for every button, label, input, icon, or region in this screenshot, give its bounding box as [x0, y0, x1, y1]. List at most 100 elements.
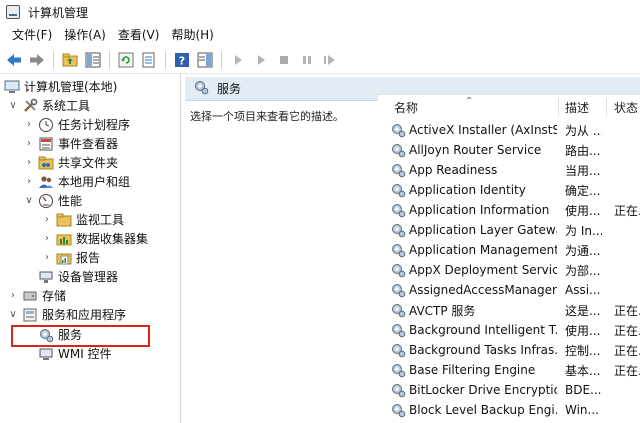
table-row[interactable]: AssignedAccessManager... Assi... — [378, 280, 640, 300]
table-row[interactable]: App Readiness 当用... — [378, 160, 640, 180]
clock-icon — [38, 117, 54, 133]
tree-item-local-users[interactable]: › 本地用户和组 — [24, 172, 130, 191]
table-row[interactable]: Background Tasks Infras... 控制... 正在... — [378, 340, 640, 360]
tree-item-system-tools[interactable]: ∨ 系统工具 — [8, 96, 90, 115]
tree-label: 共享文件夹 — [58, 156, 119, 170]
help-icon[interactable]: ? — [172, 50, 192, 70]
chevron-right-icon[interactable]: › — [42, 214, 52, 225]
service-gear-icon — [390, 342, 406, 358]
show-hide-action-pane-icon[interactable] — [195, 50, 215, 70]
service-description: 确定... — [565, 183, 601, 198]
table-row[interactable]: AVCTP 服务 这是... 正在... — [378, 300, 640, 320]
column-separator[interactable] — [558, 98, 559, 116]
tree-item-task-scheduler[interactable]: › 任务计划程序 — [24, 115, 130, 134]
service-description: Assi... — [565, 283, 601, 297]
chevron-right-icon[interactable]: › — [8, 290, 18, 301]
chevron-down-icon[interactable]: ∨ — [24, 195, 34, 206]
data-collector-icon — [56, 231, 72, 247]
users-icon — [38, 174, 54, 190]
services-apps-icon — [22, 307, 38, 323]
up-folder-icon[interactable] — [60, 50, 80, 70]
chevron-right-icon[interactable]: › — [24, 176, 34, 187]
export-list-icon[interactable] — [139, 50, 159, 70]
service-status: 正在... — [614, 303, 640, 318]
service-gear-icon — [390, 202, 406, 218]
chevron-down-icon[interactable]: ∨ — [8, 100, 18, 111]
table-row[interactable]: AllJoyn Router Service 路由... — [378, 140, 640, 160]
table-row[interactable]: Application Management 为通... — [378, 240, 640, 260]
refresh-icon[interactable] — [116, 50, 136, 70]
chevron-right-icon[interactable]: › — [24, 119, 34, 130]
column-separator[interactable] — [606, 98, 607, 116]
table-row[interactable]: Application Layer Gatewa... 为 In... — [378, 220, 640, 240]
event-viewer-icon — [38, 136, 54, 152]
tree-item-storage[interactable]: › 存储 — [8, 286, 66, 305]
start-service-icon[interactable] — [228, 50, 248, 70]
menu-view[interactable]: 查看(V) — [112, 24, 166, 46]
service-status: 正在... — [614, 203, 640, 218]
toolbar-separator — [53, 50, 54, 69]
tree-label: 存储 — [42, 289, 67, 303]
tree-item-reports[interactable]: › 报告 — [42, 248, 100, 267]
chevron-right-icon[interactable]: › — [24, 157, 34, 168]
service-gear-icon — [390, 382, 406, 398]
menu-bar: 文件(F) 操作(A) 查看(V) 帮助(H) — [0, 24, 640, 46]
table-row[interactable]: Application Identity 确定... — [378, 180, 640, 200]
tree-item-device-manager[interactable]: 设备管理器 — [38, 267, 118, 286]
folder-icon — [56, 212, 72, 228]
tree-label: WMI 控件 — [58, 347, 112, 361]
tree-item-monitoring-tools[interactable]: › 监视工具 — [42, 210, 124, 229]
service-description: 使用... — [565, 203, 601, 218]
toolbar: ? — [0, 46, 640, 74]
tree-item-shared-folders[interactable]: › 共享文件夹 — [24, 153, 118, 172]
forward-arrow-icon[interactable] — [27, 50, 47, 70]
tree-label: 监视工具 — [76, 213, 125, 227]
back-arrow-icon[interactable] — [4, 50, 24, 70]
title-bar: 计算机管理 — [0, 0, 640, 24]
table-row[interactable]: BitLocker Drive Encryptio... BDE... — [378, 380, 640, 400]
menu-help[interactable]: 帮助(H) — [165, 24, 219, 46]
service-status: 正在... — [614, 363, 640, 378]
start-service-alt-icon[interactable] — [251, 50, 271, 70]
tree-item-performance[interactable]: ∨ 性能 — [24, 191, 82, 210]
service-name: AVCTP 服务 — [409, 303, 476, 318]
tree-item-data-collector-sets[interactable]: › 数据收集器集 — [42, 229, 148, 248]
service-gear-icon — [390, 122, 406, 138]
chevron-down-icon[interactable]: ∨ — [8, 309, 18, 320]
tree-label: 计算机管理(本地) — [24, 80, 118, 94]
details-title: 服务 — [217, 82, 242, 96]
tree-item-root[interactable]: 计算机管理(本地) — [4, 77, 117, 96]
service-name: ActiveX Installer (AxInstSV) — [409, 123, 557, 137]
table-row[interactable]: Background Intelligent T... 使用... 正在... — [378, 320, 640, 340]
tree-item-services-and-apps[interactable]: ∨ 服务和应用程序 — [8, 305, 126, 324]
service-status: 正在... — [614, 343, 640, 358]
toolbar-separator — [221, 50, 222, 69]
restart-service-icon[interactable] — [320, 50, 340, 70]
storage-icon — [22, 288, 38, 304]
table-row[interactable]: Block Level Backup Engi... Win... — [378, 400, 640, 420]
tree-item-event-viewer[interactable]: › 事件查看器 — [24, 134, 118, 153]
service-status: 正在... — [614, 323, 640, 338]
service-description: 为通... — [565, 243, 601, 258]
menu-action[interactable]: 操作(A) — [58, 24, 112, 46]
chevron-right-icon[interactable]: › — [24, 138, 34, 149]
table-row[interactable]: Application Information 使用... 正在... — [378, 200, 640, 220]
column-header-description-label: 描述 — [565, 100, 590, 115]
pause-service-icon[interactable] — [297, 50, 317, 70]
service-name: AssignedAccessManager... — [409, 283, 557, 297]
chevron-right-icon[interactable]: › — [42, 233, 52, 244]
table-row[interactable]: ActiveX Installer (AxInstSV) 为从 ... — [378, 120, 640, 140]
table-row[interactable]: Base Filtering Engine 基本... 正在... — [378, 360, 640, 380]
chevron-right-icon[interactable]: › — [42, 252, 52, 263]
show-hide-tree-icon[interactable] — [83, 50, 103, 70]
column-header-name[interactable]: 名称 — [394, 95, 418, 119]
table-row[interactable]: AppX Deployment Servic... 为部... — [378, 260, 640, 280]
column-header-description[interactable]: 描述 — [565, 95, 589, 119]
selection-highlight-annotation — [11, 325, 150, 347]
window-title: 计算机管理 — [28, 5, 89, 20]
service-name: Block Level Backup Engi... — [409, 403, 557, 417]
column-header-status[interactable]: 状态 — [614, 95, 638, 119]
menu-file[interactable]: 文件(F) — [6, 24, 58, 46]
service-name: BitLocker Drive Encryptio... — [409, 383, 557, 397]
stop-service-icon[interactable] — [274, 50, 294, 70]
